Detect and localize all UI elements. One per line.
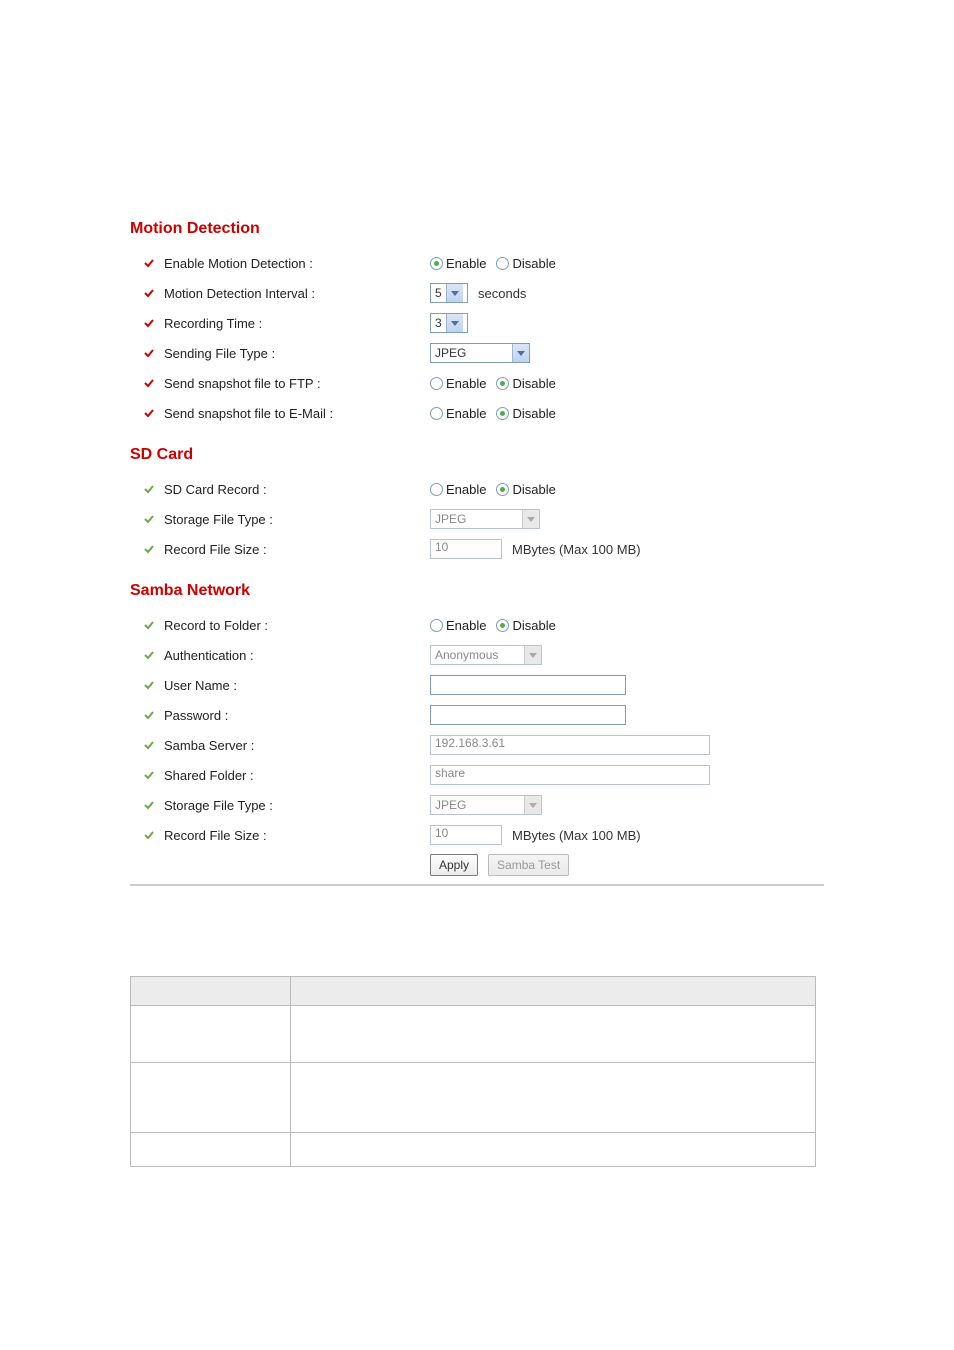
sdcard-disable-radio[interactable]: Disable	[496, 482, 555, 497]
chevron-down-icon	[446, 314, 463, 332]
chevron-down-icon	[524, 796, 541, 814]
table-cell	[291, 1063, 816, 1133]
bullet-icon	[144, 348, 154, 358]
motion-interval-label: Motion Detection Interval :	[164, 286, 315, 301]
bullet-icon	[144, 800, 154, 810]
bullet-icon	[144, 408, 154, 418]
sdcard-record-size-unit: MBytes (Max 100 MB)	[512, 542, 641, 557]
row-sdcard-record-size: Record File Size : 10 MBytes (Max 100 MB…	[130, 534, 824, 564]
sdcard-enable-radio[interactable]: Enable	[430, 482, 486, 497]
row-recording-time: Recording Time : 3	[130, 308, 824, 338]
send-ftp-enable-radio[interactable]: Enable	[430, 376, 486, 391]
row-send-email: Send snapshot file to E-Mail : Enable Di…	[130, 398, 824, 428]
enable-motion-label: Enable Motion Detection :	[164, 256, 313, 271]
chevron-down-icon	[524, 646, 541, 664]
row-motion-interval: Motion Detection Interval : 5 seconds	[130, 278, 824, 308]
samba-shared-input: share	[430, 765, 710, 785]
bullet-icon	[144, 710, 154, 720]
samba-shared-label: Shared Folder :	[164, 768, 254, 783]
send-ftp-disable-radio[interactable]: Disable	[496, 376, 555, 391]
samba-user-input[interactable]	[430, 675, 626, 695]
table-cell	[131, 1006, 291, 1063]
sdcard-record-label: SD Card Record :	[164, 482, 267, 497]
samba-server-label: Samba Server :	[164, 738, 254, 753]
apply-button[interactable]: Apply	[430, 854, 478, 876]
sdcard-storage-type-select: JPEG	[430, 509, 540, 529]
row-samba-record-size: Record File Size : 10 MBytes (Max 100 MB…	[130, 820, 824, 850]
table-cell	[291, 1133, 816, 1167]
recording-time-select[interactable]: 3	[430, 313, 468, 333]
bullet-icon	[144, 740, 154, 750]
samba-auth-select: Anonymous	[430, 645, 542, 665]
samba-record-size-label: Record File Size :	[164, 828, 267, 843]
table-cell: ' ' ' '	[291, 1006, 816, 1063]
bullet-icon	[144, 318, 154, 328]
bullet-icon	[144, 830, 154, 840]
sdcard-record-size-label: Record File Size :	[164, 542, 267, 557]
row-samba-shared: Shared Folder : share	[130, 760, 824, 790]
send-email-label: Send snapshot file to E-Mail :	[164, 406, 333, 421]
motion-detection-title: Motion Detection	[130, 220, 824, 238]
sdcard-record-size-input: 10	[430, 539, 502, 559]
send-ftp-label: Send snapshot file to FTP :	[164, 376, 321, 391]
bullet-icon	[144, 258, 154, 268]
settings-panel: Motion Detection Enable Motion Detection…	[130, 220, 824, 886]
motion-interval-select[interactable]: 5	[430, 283, 468, 303]
row-enable-motion: Enable Motion Detection : Enable Disable	[130, 248, 824, 278]
samba-test-button: Samba Test	[488, 854, 569, 876]
sd-card-title: SD Card	[130, 446, 824, 464]
sdcard-storage-type-label: Storage File Type :	[164, 512, 273, 527]
table-header-2	[291, 977, 816, 1006]
recording-time-label: Recording Time :	[164, 316, 262, 331]
bullet-icon	[144, 544, 154, 554]
samba-storage-type-label: Storage File Type :	[164, 798, 273, 813]
row-sending-file-type: Sending File Type : JPEG	[130, 338, 824, 368]
row-sdcard-storage-type: Storage File Type : JPEG	[130, 504, 824, 534]
chevron-down-icon	[522, 510, 539, 528]
description-table: ' ' ' '	[130, 976, 816, 1167]
table-cell	[131, 1063, 291, 1133]
samba-user-label: User Name :	[164, 678, 237, 693]
chevron-down-icon	[446, 284, 463, 302]
samba-record-size-unit: MBytes (Max 100 MB)	[512, 828, 641, 843]
samba-record-folder-label: Record to Folder :	[164, 618, 268, 633]
send-email-disable-radio[interactable]: Disable	[496, 406, 555, 421]
samba-password-input[interactable]	[430, 705, 626, 725]
bullet-icon	[144, 378, 154, 388]
row-samba-pass: Password :	[130, 700, 824, 730]
table-header-1	[131, 977, 291, 1006]
bullet-icon	[144, 288, 154, 298]
row-samba-server: Samba Server : 192.168.3.61	[130, 730, 824, 760]
sending-file-type-label: Sending File Type :	[164, 346, 275, 361]
samba-pass-label: Password :	[164, 708, 228, 723]
row-sdcard-record: SD Card Record : Enable Disable	[130, 474, 824, 504]
samba-server-input: 192.168.3.61	[430, 735, 710, 755]
samba-auth-label: Authentication :	[164, 648, 254, 663]
samba-storage-type-select: JPEG	[430, 795, 542, 815]
bullet-icon	[144, 620, 154, 630]
bullet-icon	[144, 680, 154, 690]
bullet-icon	[144, 514, 154, 524]
samba-title: Samba Network	[130, 582, 824, 600]
row-samba-storage-type: Storage File Type : JPEG	[130, 790, 824, 820]
row-samba-auth: Authentication : Anonymous	[130, 640, 824, 670]
enable-motion-disable-radio[interactable]: Disable	[496, 256, 555, 271]
samba-record-enable-radio[interactable]: Enable	[430, 618, 486, 633]
bullet-icon	[144, 770, 154, 780]
samba-record-size-input: 10	[430, 825, 502, 845]
row-samba-record-folder: Record to Folder : Enable Disable	[130, 610, 824, 640]
bullet-icon	[144, 484, 154, 494]
samba-record-disable-radio[interactable]: Disable	[496, 618, 555, 633]
row-send-ftp: Send snapshot file to FTP : Enable Disab…	[130, 368, 824, 398]
enable-motion-enable-radio[interactable]: Enable	[430, 256, 486, 271]
chevron-down-icon	[512, 344, 529, 362]
button-row: Apply Samba Test	[130, 854, 824, 876]
send-email-enable-radio[interactable]: Enable	[430, 406, 486, 421]
seconds-label: seconds	[478, 286, 526, 301]
row-samba-user: User Name :	[130, 670, 824, 700]
table-cell	[131, 1133, 291, 1167]
sending-file-type-select[interactable]: JPEG	[430, 343, 530, 363]
bullet-icon	[144, 650, 154, 660]
